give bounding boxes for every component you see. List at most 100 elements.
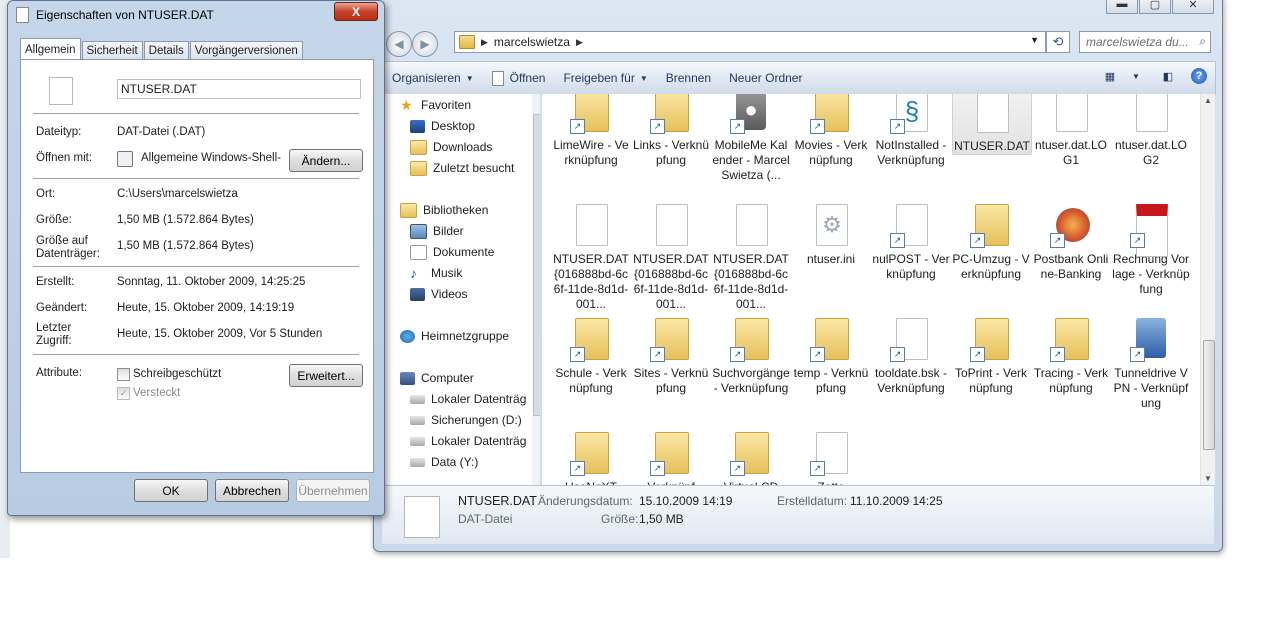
nav-recent[interactable]: Zuletzt besucht: [410, 158, 514, 178]
view-options-icon[interactable]: ▦: [1101, 68, 1119, 84]
close-button[interactable]: X: [334, 2, 378, 21]
close-window-button[interactable]: ✕: [1172, 0, 1214, 14]
chevron-down-icon[interactable]: ▼: [1127, 68, 1145, 84]
nav-favorites[interactable]: ★ Favoriten: [400, 95, 471, 115]
file-item[interactable]: NTUSER.DAT{016888bd-6c6f-11de-8d1d-001..…: [712, 202, 790, 312]
minimize-button[interactable]: ▬: [1106, 0, 1138, 14]
accessed-label-1: Letzter: [36, 322, 72, 334]
refresh-button[interactable]: ⟲: [1046, 31, 1070, 53]
file-item[interactable]: ↗ Schule - Verknüpfung: [552, 316, 630, 396]
modified-label: Geändert:: [36, 302, 88, 314]
file-item-label: Suchvorgänge - Verknüpfung: [712, 366, 790, 395]
nav-drive-data[interactable]: Data (Y:): [410, 452, 478, 472]
file-item[interactable]: ↗ nulPOST - Verknüpfung: [872, 202, 950, 282]
file-item[interactable]: ↗ Suchvorgänge - Verknüpfung: [712, 316, 790, 396]
address-dropdown-icon[interactable]: ▼: [1030, 35, 1039, 45]
open-button[interactable]: Öffnen: [483, 70, 555, 86]
file-item[interactable]: ntuser.dat.LOG1: [1032, 94, 1110, 168]
nav-music[interactable]: ♪ Musik: [410, 263, 462, 283]
cancel-button[interactable]: Abbrechen: [215, 479, 289, 502]
change-button[interactable]: Ändern...: [289, 149, 363, 172]
nav-label: Lokaler Datenträg: [431, 392, 527, 406]
nav-drive-local2[interactable]: Lokaler Datenträg: [410, 431, 526, 451]
scroll-down-icon[interactable]: ▼: [1204, 474, 1212, 483]
file-item[interactable]: ↗ Movies - Verknüpfung: [792, 94, 870, 168]
nav-pictures[interactable]: Bilder: [410, 221, 464, 241]
nav-videos[interactable]: Videos: [410, 284, 467, 304]
tab-general[interactable]: Allgemein: [20, 38, 81, 60]
nav-drive-local1[interactable]: Lokaler Datenträg: [410, 389, 526, 409]
file-item[interactable]: ↗UseNeXT: [552, 430, 630, 485]
burn-label: Brennen: [665, 71, 712, 85]
file-item[interactable]: ↗ ToPrint - Verknüpfung: [952, 316, 1030, 396]
file-item[interactable]: ↗ Sites - Verknüpfung: [632, 316, 710, 396]
file-item[interactable]: ↗ PC-Umzug - Verknüpfung: [952, 202, 1030, 282]
file-item[interactable]: ntuser.dat.LOG2: [1112, 94, 1190, 168]
preview-pane-icon[interactable]: ◧: [1159, 68, 1177, 84]
filename-field[interactable]: NTUSER.DAT: [117, 79, 361, 99]
file-item[interactable]: ↗ Postbank Online-Banking: [1032, 202, 1110, 282]
file-item[interactable]: ↗ Tunneldrive VPN - Verknüpfung: [1112, 316, 1190, 411]
tab-previous-versions[interactable]: Vorgängerversionen: [189, 41, 303, 59]
maximize-button[interactable]: ▢: [1139, 0, 1171, 14]
address-bar[interactable]: ▶ marcelswietza ▶ ▼: [454, 31, 1046, 53]
hidden-label: Versteckt: [133, 387, 181, 399]
share-menu[interactable]: Freigeben für ▼: [554, 71, 656, 85]
shortcut-arrow-icon: ↗: [890, 119, 905, 134]
settings-file-icon: ⚙: [816, 204, 848, 246]
file-item[interactable]: ↗ Links - Verknüpfung: [632, 94, 710, 168]
burn-button[interactable]: Brennen: [657, 71, 720, 85]
file-item[interactable]: NTUSER.DAT: [952, 94, 1032, 155]
nav-homegroup[interactable]: Heimnetzgruppe: [400, 326, 509, 346]
file-item-label: NTUSER.DAT{016888bd-6c6f-11de-8d1d-001..…: [553, 252, 629, 311]
file-item[interactable]: ↗ Rechnung Vorlage - Verknüpfung: [1112, 202, 1190, 297]
scroll-up-icon[interactable]: ▲: [1204, 96, 1212, 105]
file-item-label: NTUSER.DAT{016888bd-6c6f-11de-8d1d-001..…: [633, 252, 709, 311]
nav-drive-backups[interactable]: Sicherungen (D:): [410, 410, 522, 430]
nav-downloads[interactable]: Downloads: [410, 137, 492, 157]
file-item[interactable]: NTUSER.DAT{016888bd-6c6f-11de-8d1d-001..…: [632, 202, 710, 312]
forward-button[interactable]: ▶: [412, 31, 438, 57]
nav-scrollbar[interactable]: [532, 94, 540, 485]
file-item[interactable]: ● ↗ MobileMe Kalender - Marcel Swietza (..…: [712, 94, 790, 183]
nav-libraries[interactable]: Bibliotheken: [400, 200, 488, 220]
general-tab-panel: NTUSER.DAT Dateityp: DAT-Datei (.DAT) Öf…: [20, 59, 374, 473]
file-item[interactable]: ↗Verknüpf: [632, 430, 710, 485]
search-input[interactable]: marcelswietza du... ⌕: [1079, 31, 1211, 53]
tab-details[interactable]: Details: [143, 41, 189, 59]
file-item[interactable]: ↗ Tracing - Verknüpfung: [1032, 316, 1110, 396]
breadcrumb-item[interactable]: marcelswietza: [494, 35, 570, 49]
file-item[interactable]: ↗ LimeWire - Verknüpfung: [552, 94, 630, 168]
search-icon[interactable]: ⌕: [1199, 34, 1206, 49]
separator: [33, 354, 359, 355]
back-button[interactable]: ◀: [386, 31, 412, 57]
apply-button[interactable]: Übernehmen: [296, 479, 370, 502]
content-scrollbar[interactable]: ▲ ▼: [1200, 94, 1215, 485]
nav-label: Downloads: [433, 140, 493, 154]
hidden-checkbox[interactable]: ✓: [117, 387, 130, 400]
file-item[interactable]: ↗ temp - Verknüpfung: [792, 316, 870, 396]
file-item[interactable]: § ↗ NotInstalled - Verknüpfung: [872, 94, 950, 168]
nav-scroll-thumb[interactable]: [533, 114, 540, 416]
nav-computer[interactable]: Computer: [400, 368, 474, 388]
new-folder-button[interactable]: Neuer Ordner: [720, 71, 811, 85]
file-item[interactable]: ↗Zotte: [792, 430, 870, 485]
organize-menu[interactable]: Organisieren ▼: [383, 71, 483, 85]
tab-security[interactable]: Sicherheit: [81, 41, 143, 59]
nav-documents[interactable]: Dokumente: [410, 242, 494, 262]
file-item[interactable]: ⚙ ntuser.ini: [792, 202, 870, 267]
file-item[interactable]: ↗Virtual CD: [712, 430, 790, 485]
file-item[interactable]: ↗ tooldate.bsk - Verknüpfung: [872, 316, 950, 396]
location-label: Ort:: [36, 188, 56, 200]
file-item-label: Tracing - Verknüpfung: [1033, 366, 1109, 395]
help-icon[interactable]: ?: [1191, 68, 1207, 84]
file-item[interactable]: NTUSER.DAT{016888bd-6c6f-11de-8d1d-001..…: [552, 202, 630, 312]
shortcut-arrow-icon: ↗: [810, 119, 825, 134]
content-scroll-thumb[interactable]: [1203, 340, 1215, 450]
nav-desktop[interactable]: Desktop: [410, 116, 475, 136]
computer-icon: [400, 371, 415, 385]
advanced-button[interactable]: Erweitert...: [289, 364, 363, 387]
readonly-checkbox[interactable]: [117, 368, 130, 381]
breadcrumb-arrow-icon[interactable]: ▶: [576, 37, 583, 48]
ok-button[interactable]: OK: [134, 479, 208, 502]
